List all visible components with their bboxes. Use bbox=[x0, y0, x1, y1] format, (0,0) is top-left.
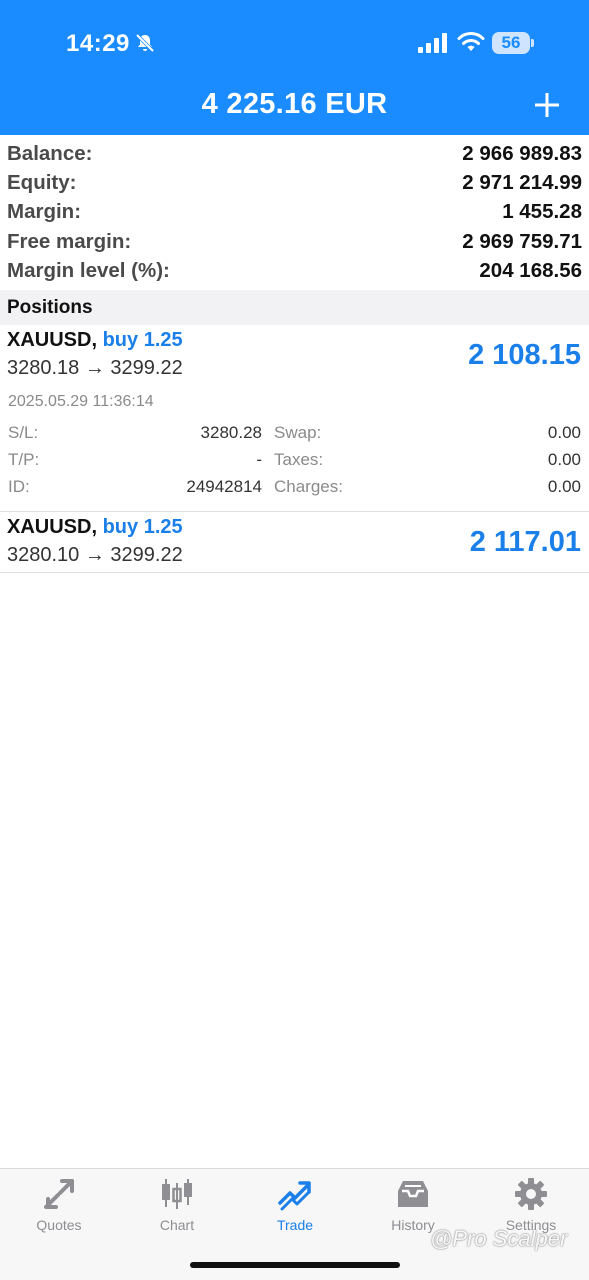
positions-title: Positions bbox=[7, 297, 93, 318]
position-row[interactable]: XAUUSD, buy 1.25 3280.10 → 3299.22 2 117… bbox=[0, 512, 589, 572]
summary-value: 1 455.28 bbox=[502, 200, 582, 224]
id-label: ID: bbox=[8, 477, 30, 496]
summary-row-balance: Balance: 2 966 989.83 bbox=[0, 139, 589, 168]
summary-row-margin: Margin: 1 455.28 bbox=[0, 197, 589, 226]
tab-quotes[interactable]: Quotes bbox=[0, 1169, 118, 1239]
status-bar: 14:29 56 bbox=[0, 0, 589, 80]
swap-value: 0.00 bbox=[547, 423, 581, 442]
account-profit-title: 4 225.16 EUR bbox=[201, 88, 388, 120]
cellular-signal-icon bbox=[418, 33, 447, 53]
battery-level: 56 bbox=[501, 33, 521, 52]
taxes-value: 0.00 bbox=[547, 450, 581, 469]
tab-label: Trade bbox=[276, 1217, 314, 1233]
top-bar: 14:29 56 4 225.16 EUR bbox=[0, 0, 589, 135]
tp-value: - bbox=[256, 450, 262, 469]
position-open-time: 2025.05.29 11:36:14 bbox=[8, 393, 154, 410]
summary-value: 2 971 214.99 bbox=[462, 171, 582, 195]
summary-row-equity: Equity: 2 971 214.99 bbox=[0, 168, 589, 197]
taxes-label: Taxes: bbox=[274, 450, 324, 469]
position-profit: 2 108.15 bbox=[468, 339, 581, 371]
summary-row-margin-level: Margin level (%): 204 168.56 bbox=[0, 256, 589, 285]
trade-trend-icon bbox=[278, 1181, 311, 1211]
summary-value: 204 168.56 bbox=[479, 258, 582, 282]
positions-section-header: Positions bbox=[0, 290, 589, 325]
bell-muted-icon bbox=[135, 33, 155, 53]
position-symbol: XAUUSD, bbox=[7, 329, 98, 351]
position-profit: 2 117.01 bbox=[469, 526, 581, 558]
tab-chart[interactable]: Chart bbox=[118, 1169, 236, 1239]
charges-label: Charges: bbox=[274, 477, 343, 496]
summary-value: 2 966 989.83 bbox=[462, 142, 582, 165]
battery-icon: 56 bbox=[492, 32, 534, 54]
position-symbol-line: XAUUSD, buy 1.25 bbox=[7, 516, 183, 539]
wifi-icon bbox=[457, 32, 485, 51]
summary-label: Margin: bbox=[7, 200, 82, 224]
tab-trade[interactable]: Trade bbox=[236, 1169, 354, 1239]
charges-value: 0.00 bbox=[547, 477, 581, 496]
home-indicator[interactable] bbox=[190, 1262, 400, 1268]
summary-label: Equity: bbox=[7, 171, 77, 195]
position-symbol: XAUUSD, bbox=[7, 516, 98, 538]
position-symbol-line: XAUUSD, buy 1.25 bbox=[7, 329, 183, 352]
status-time: 14:29 bbox=[66, 30, 130, 57]
summary-value: 2 969 759.71 bbox=[462, 229, 582, 253]
quotes-arrows-icon bbox=[44, 1179, 74, 1209]
swap-label: Swap: bbox=[274, 423, 322, 442]
account-summary: Balance: 2 966 989.83 Equity: 2 971 214.… bbox=[0, 139, 589, 285]
tab-label: Quotes bbox=[36, 1217, 82, 1233]
position-row[interactable]: XAUUSD, buy 1.25 3280.18 → 3299.22 2 108… bbox=[0, 325, 589, 511]
summary-label: Balance: bbox=[7, 142, 93, 165]
gear-icon bbox=[515, 1178, 547, 1210]
id-value: 24942814 bbox=[186, 477, 262, 496]
candlestick-icon bbox=[162, 1179, 192, 1209]
summary-label: Free margin: bbox=[7, 229, 132, 253]
tp-label: T/P: bbox=[8, 450, 40, 469]
position-prices: 3280.18 → 3299.22 bbox=[7, 357, 183, 379]
position-side: buy 1.25 bbox=[102, 329, 183, 351]
add-order-button[interactable] bbox=[532, 90, 562, 120]
position-prices: 3280.10 → 3299.22 bbox=[7, 544, 183, 566]
sl-label: S/L: bbox=[8, 423, 39, 442]
summary-label: Margin level (%): bbox=[7, 258, 170, 282]
sl-value: 3280.28 bbox=[200, 423, 262, 442]
tab-label: Chart bbox=[159, 1217, 195, 1233]
position-side: buy 1.25 bbox=[102, 516, 183, 538]
divider bbox=[0, 572, 589, 573]
inbox-tray-icon bbox=[398, 1181, 428, 1207]
summary-row-free-margin: Free margin: 2 969 759.71 bbox=[0, 227, 589, 256]
watermark-text: @Pro Scalper bbox=[430, 1226, 568, 1251]
